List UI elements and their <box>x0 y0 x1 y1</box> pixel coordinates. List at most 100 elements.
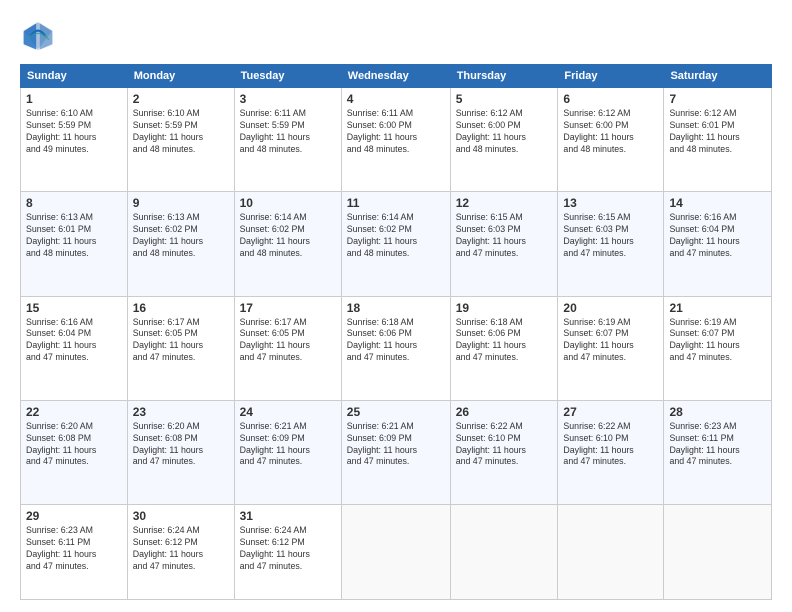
day-number: 3 <box>240 92 336 106</box>
weekday-header-thursday: Thursday <box>450 65 558 88</box>
day-number: 24 <box>240 405 336 419</box>
day-info: Sunrise: 6:12 AM Sunset: 6:01 PM Dayligh… <box>669 108 766 156</box>
day-number: 1 <box>26 92 122 106</box>
day-cell-5: 5 Sunrise: 6:12 AM Sunset: 6:00 PM Daylig… <box>450 88 558 192</box>
day-info: Sunrise: 6:14 AM Sunset: 6:02 PM Dayligh… <box>347 212 445 260</box>
day-number: 12 <box>456 196 553 210</box>
day-cell-7: 7 Sunrise: 6:12 AM Sunset: 6:01 PM Daylig… <box>664 88 772 192</box>
day-cell-26: 26 Sunrise: 6:22 AM Sunset: 6:10 PM Dayli… <box>450 400 558 504</box>
day-info: Sunrise: 6:11 AM Sunset: 5:59 PM Dayligh… <box>240 108 336 156</box>
day-info: Sunrise: 6:16 AM Sunset: 6:04 PM Dayligh… <box>26 317 122 365</box>
day-info: Sunrise: 6:17 AM Sunset: 6:05 PM Dayligh… <box>240 317 336 365</box>
day-info: Sunrise: 6:13 AM Sunset: 6:02 PM Dayligh… <box>133 212 229 260</box>
day-number: 7 <box>669 92 766 106</box>
day-number: 2 <box>133 92 229 106</box>
weekday-header-saturday: Saturday <box>664 65 772 88</box>
day-cell-9: 9Sunrise: 6:13 AM Sunset: 6:02 PM Daylig… <box>127 192 234 296</box>
day-info: Sunrise: 6:11 AM Sunset: 6:00 PM Dayligh… <box>347 108 445 156</box>
day-info: Sunrise: 6:17 AM Sunset: 6:05 PM Dayligh… <box>133 317 229 365</box>
day-info: Sunrise: 6:19 AM Sunset: 6:07 PM Dayligh… <box>563 317 658 365</box>
day-number: 13 <box>563 196 658 210</box>
day-number: 20 <box>563 301 658 315</box>
day-number: 17 <box>240 301 336 315</box>
day-number: 16 <box>133 301 229 315</box>
day-info: Sunrise: 6:15 AM Sunset: 6:03 PM Dayligh… <box>456 212 553 260</box>
logo-icon <box>20 18 56 54</box>
day-cell-23: 23 Sunrise: 6:20 AM Sunset: 6:08 PM Dayli… <box>127 400 234 504</box>
day-cell-16: 16 Sunrise: 6:17 AM Sunset: 6:05 PM Dayli… <box>127 296 234 400</box>
weekday-header-wednesday: Wednesday <box>341 65 450 88</box>
day-number: 30 <box>133 509 229 523</box>
day-info: Sunrise: 6:22 AM Sunset: 6:10 PM Dayligh… <box>563 421 658 469</box>
day-number: 27 <box>563 405 658 419</box>
day-number: 22 <box>26 405 122 419</box>
day-number: 26 <box>456 405 553 419</box>
calendar-week-row: 1 Sunrise: 6:10 AM Sunset: 5:59 PM Daylig… <box>21 88 772 192</box>
day-cell-15: 15 Sunrise: 6:16 AM Sunset: 6:04 PM Dayli… <box>21 296 128 400</box>
day-info: Sunrise: 6:14 AM Sunset: 6:02 PM Dayligh… <box>240 212 336 260</box>
day-number: 11 <box>347 196 445 210</box>
empty-day-cell <box>450 505 558 600</box>
day-cell-19: 19 Sunrise: 6:18 AM Sunset: 6:06 PM Dayli… <box>450 296 558 400</box>
day-number: 21 <box>669 301 766 315</box>
day-number: 14 <box>669 196 766 210</box>
day-cell-14: 14Sunrise: 6:16 AM Sunset: 6:04 PM Dayli… <box>664 192 772 296</box>
day-cell-8: 8 Sunrise: 6:13 AM Sunset: 6:01 PM Daylig… <box>21 192 128 296</box>
day-info: Sunrise: 6:20 AM Sunset: 6:08 PM Dayligh… <box>26 421 122 469</box>
day-cell-4: 4Sunrise: 6:11 AM Sunset: 6:00 PM Daylig… <box>341 88 450 192</box>
weekday-header-sunday: Sunday <box>21 65 128 88</box>
day-number: 15 <box>26 301 122 315</box>
day-info: Sunrise: 6:18 AM Sunset: 6:06 PM Dayligh… <box>456 317 553 365</box>
day-number: 18 <box>347 301 445 315</box>
day-info: Sunrise: 6:12 AM Sunset: 6:00 PM Dayligh… <box>456 108 553 156</box>
day-cell-10: 10 Sunrise: 6:14 AM Sunset: 6:02 PM Dayli… <box>234 192 341 296</box>
weekday-header-row: SundayMondayTuesdayWednesdayThursdayFrid… <box>21 65 772 88</box>
day-cell-24: 24 Sunrise: 6:21 AM Sunset: 6:09 PM Dayli… <box>234 400 341 504</box>
day-number: 28 <box>669 405 766 419</box>
day-number: 23 <box>133 405 229 419</box>
day-number: 31 <box>240 509 336 523</box>
day-info: Sunrise: 6:24 AM Sunset: 6:12 PM Dayligh… <box>240 525 336 573</box>
weekday-header-friday: Friday <box>558 65 664 88</box>
day-info: Sunrise: 6:13 AM Sunset: 6:01 PM Dayligh… <box>26 212 122 260</box>
day-cell-27: 27 Sunrise: 6:22 AM Sunset: 6:10 PM Dayli… <box>558 400 664 504</box>
day-cell-31: 31 Sunrise: 6:24 AM Sunset: 6:12 PM Dayli… <box>234 505 341 600</box>
weekday-header-tuesday: Tuesday <box>234 65 341 88</box>
day-info: Sunrise: 6:12 AM Sunset: 6:00 PM Dayligh… <box>563 108 658 156</box>
day-info: Sunrise: 6:20 AM Sunset: 6:08 PM Dayligh… <box>133 421 229 469</box>
header <box>20 18 772 54</box>
day-number: 6 <box>563 92 658 106</box>
page: SundayMondayTuesdayWednesdayThursdayFrid… <box>0 0 792 612</box>
logo <box>20 18 60 54</box>
day-info: Sunrise: 6:21 AM Sunset: 6:09 PM Dayligh… <box>347 421 445 469</box>
day-info: Sunrise: 6:15 AM Sunset: 6:03 PM Dayligh… <box>563 212 658 260</box>
day-number: 29 <box>26 509 122 523</box>
day-info: Sunrise: 6:23 AM Sunset: 6:11 PM Dayligh… <box>26 525 122 573</box>
weekday-header-monday: Monday <box>127 65 234 88</box>
empty-day-cell <box>341 505 450 600</box>
day-info: Sunrise: 6:22 AM Sunset: 6:10 PM Dayligh… <box>456 421 553 469</box>
day-info: Sunrise: 6:21 AM Sunset: 6:09 PM Dayligh… <box>240 421 336 469</box>
day-info: Sunrise: 6:23 AM Sunset: 6:11 PM Dayligh… <box>669 421 766 469</box>
day-cell-1: 1Sunrise: 6:10 AM Sunset: 5:59 PM Daylig… <box>21 88 128 192</box>
day-number: 10 <box>240 196 336 210</box>
day-cell-3: 3 Sunrise: 6:11 AM Sunset: 5:59 PM Daylig… <box>234 88 341 192</box>
calendar-week-row: 22 Sunrise: 6:20 AM Sunset: 6:08 PM Dayli… <box>21 400 772 504</box>
empty-day-cell <box>558 505 664 600</box>
day-info: Sunrise: 6:19 AM Sunset: 6:07 PM Dayligh… <box>669 317 766 365</box>
day-number: 5 <box>456 92 553 106</box>
day-cell-13: 13 Sunrise: 6:15 AM Sunset: 6:03 PM Dayli… <box>558 192 664 296</box>
day-cell-11: 11 Sunrise: 6:14 AM Sunset: 6:02 PM Dayli… <box>341 192 450 296</box>
day-number: 19 <box>456 301 553 315</box>
day-cell-28: 28 Sunrise: 6:23 AM Sunset: 6:11 PM Dayli… <box>664 400 772 504</box>
day-cell-22: 22 Sunrise: 6:20 AM Sunset: 6:08 PM Dayli… <box>21 400 128 504</box>
day-cell-2: 2 Sunrise: 6:10 AM Sunset: 5:59 PM Daylig… <box>127 88 234 192</box>
day-cell-12: 12 Sunrise: 6:15 AM Sunset: 6:03 PM Dayli… <box>450 192 558 296</box>
day-info: Sunrise: 6:18 AM Sunset: 6:06 PM Dayligh… <box>347 317 445 365</box>
day-cell-25: 25Sunrise: 6:21 AM Sunset: 6:09 PM Dayli… <box>341 400 450 504</box>
day-cell-29: 29 Sunrise: 6:23 AM Sunset: 6:11 PM Dayli… <box>21 505 128 600</box>
day-cell-20: 20 Sunrise: 6:19 AM Sunset: 6:07 PM Dayli… <box>558 296 664 400</box>
day-info: Sunrise: 6:10 AM Sunset: 5:59 PM Dayligh… <box>133 108 229 156</box>
day-cell-30: 30Sunrise: 6:24 AM Sunset: 6:12 PM Dayli… <box>127 505 234 600</box>
day-number: 8 <box>26 196 122 210</box>
